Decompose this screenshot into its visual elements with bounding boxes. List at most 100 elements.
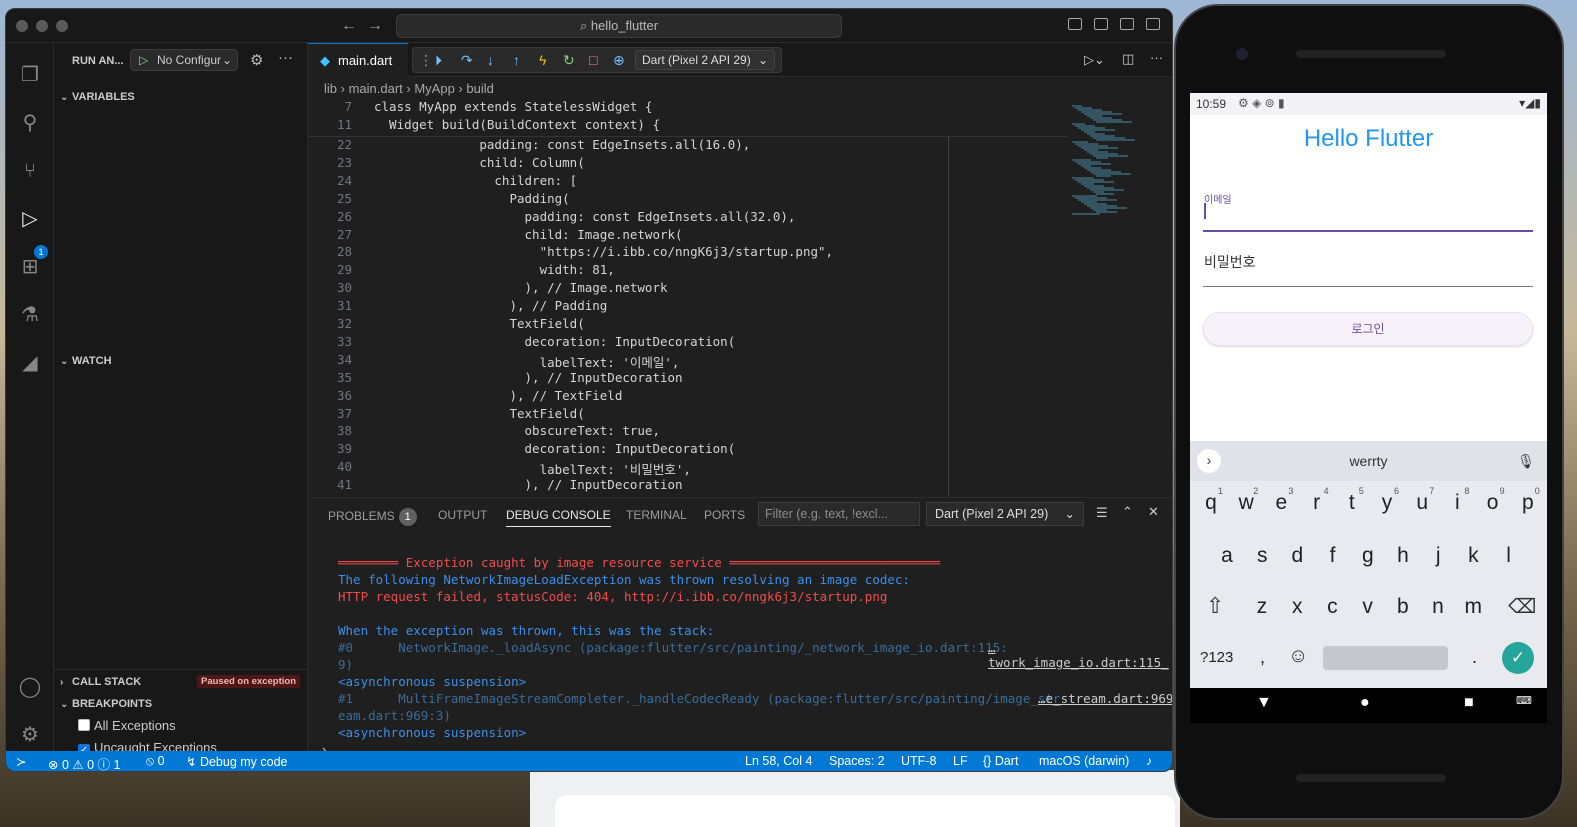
code-line[interactable]: child: Column( [374,155,584,170]
remote-icon[interactable]: ≻ [16,754,26,769]
device-select[interactable]: Dart (Pixel 2 API 29) ⌄ [635,50,775,70]
code-line[interactable]: TextField( [374,316,584,331]
key-l[interactable]: l [1494,544,1524,568]
code-line[interactable]: padding: const EdgeInsets.all(32.0), [374,209,796,224]
key-k[interactable]: k [1458,544,1488,568]
close-window-button[interactable] [16,20,28,32]
key-n[interactable]: n [1423,595,1453,619]
minimize-window-button[interactable] [36,20,48,32]
back-triangle-icon[interactable]: ▼ [1256,694,1272,712]
problems-status[interactable]: ⊗ 0 ⚠ 0 ⓘ 1 [48,754,120,771]
code-line[interactable]: children: [ [374,173,577,188]
stack-frame-link[interactable]: …twork_image_io.dart:115_ [988,640,1172,670]
emoji-icon[interactable]: ☺ [1288,645,1308,668]
step-into-icon[interactable]: ↓ [487,52,494,68]
step-over-icon[interactable]: ↷ [461,52,473,69]
key-m[interactable]: m [1458,595,1488,619]
more-actions-icon[interactable]: ··· [1150,50,1163,65]
breakpoint-all-exceptions[interactable]: All Exceptions [78,718,176,733]
variables-section-header[interactable]: ⌄ VARIABLES [60,91,135,103]
comma-key[interactable]: , [1260,647,1265,668]
flask-icon[interactable]: ⚗ [18,303,42,327]
minimap[interactable] [1068,97,1166,497]
key-j[interactable]: j [1423,544,1453,568]
run-debug-icon[interactable]: ▷ [18,207,42,231]
tab-problems[interactable]: PROBLEMS 1 [328,508,417,526]
breakpoints-section-header[interactable]: ⌄ BREAKPOINTS [60,698,152,710]
login-button[interactable]: 로그인 [1203,312,1533,346]
forward-arrow-icon[interactable]: → [367,17,383,35]
customize-layout-icon[interactable] [1146,18,1160,30]
breadcrumb-item[interactable]: build [466,81,493,96]
platform[interactable]: macOS (darwin) [1039,754,1129,768]
key-h[interactable]: h [1388,544,1418,568]
source-control-icon[interactable]: ⑂ [18,159,42,183]
code-line[interactable]: ), // Padding [374,298,607,313]
extensions-icon[interactable]: ⊞ [18,255,42,279]
breadcrumb-item[interactable]: main.dart [349,81,403,96]
ports-status[interactable]: ⦸ 0 [146,754,165,769]
done-check-icon[interactable]: ✓ [1502,642,1534,674]
chevron-right-icon[interactable]: › [1197,449,1221,473]
toggle-panel-icon[interactable] [1094,18,1108,30]
code-line[interactable]: ), // InputDecoration [374,370,683,385]
breadcrumb-item[interactable]: lib [324,81,337,96]
tab-terminal[interactable]: TERMINAL [626,508,687,522]
code-line[interactable]: child: Image.network( [374,227,683,242]
code-line[interactable]: decoration: InputDecoration( [374,334,736,349]
key-z[interactable]: z [1247,595,1277,619]
indentation[interactable]: Spaces: 2 [829,754,885,768]
split-editor-icon[interactable]: ◫ [1122,51,1134,67]
microphone-icon[interactable]: 🎙 [1517,441,1535,481]
toggle-sidebar-icon[interactable] [1068,18,1082,30]
close-panel-icon[interactable]: ✕ [1148,504,1159,520]
clear-console-icon[interactable]: ☰ [1096,505,1108,521]
hot-reload-icon[interactable]: ϟ [539,52,546,68]
stack-frame-link[interactable]: …e_stream.dart:969 [1038,691,1172,706]
shift-icon[interactable]: ⇧ [1206,593,1224,619]
code-line[interactable]: Padding( [374,191,569,206]
call-stack-section-header[interactable]: › CALL STACK [60,676,141,688]
stop-icon[interactable]: □ [589,52,597,68]
cursor-position[interactable]: Ln 58, Col 4 [745,754,812,768]
checkbox[interactable] [78,719,90,731]
backspace-icon[interactable]: ⌫ [1508,594,1536,619]
key-v[interactable]: v [1353,595,1383,619]
key-s[interactable]: s [1247,544,1277,568]
back-arrow-icon[interactable]: ← [341,17,357,35]
notifications-icon[interactable]: ♪ [1146,754,1152,768]
key-c[interactable]: c [1317,595,1347,619]
account-icon[interactable]: ◯ [18,675,42,699]
key-f[interactable]: f [1318,544,1348,568]
code-line[interactable]: "https://i.ibb.co/nngK6j3/startup.png", [374,244,834,259]
code-line[interactable]: ), // TextField [374,388,622,403]
step-out-icon[interactable]: ↑ [513,52,520,68]
code-line[interactable]: obscureText: true, [374,423,660,438]
maximize-panel-icon[interactable]: ⌃ [1122,504,1133,520]
key-b[interactable]: b [1388,595,1418,619]
continue-icon[interactable]: ⏵ [435,52,442,69]
watch-section-header[interactable]: ⌄ WATCH [60,355,112,367]
recents-square-icon[interactable]: ■ [1464,694,1474,712]
gear-icon[interactable]: ⚙ [250,51,263,69]
period-key[interactable]: . [1472,647,1477,668]
tab-main-dart[interactable]: ◆ main.dart [308,43,408,77]
code-line[interactable]: labelText: '비밀번호', [374,459,691,478]
maximize-window-button[interactable] [56,20,68,32]
email-field[interactable] [1203,230,1533,232]
space-bar[interactable] [1323,646,1448,670]
start-debugging-select[interactable]: ▷ No Configur ⌄ [130,49,238,71]
home-circle-icon[interactable]: ● [1360,694,1370,712]
keyboard-icon[interactable]: ⌨ [1516,694,1532,707]
code-line[interactable]: TextField( [374,406,584,421]
gear-icon[interactable]: ⚙ [18,723,42,747]
code-line[interactable]: width: 81, [374,262,615,277]
code-line[interactable]: decoration: InputDecoration( [374,441,736,456]
encoding[interactable]: UTF-8 [901,754,936,768]
filter-input[interactable]: Filter (e.g. text, !excl... [758,502,920,526]
inspect-widget-icon[interactable]: ⊕ [613,52,625,69]
files-icon[interactable]: ❐ [18,63,42,87]
key-g[interactable]: g [1353,544,1383,568]
debug-status[interactable]: ↯ Debug my code [186,754,288,769]
tab-output[interactable]: OUTPUT [438,508,487,522]
